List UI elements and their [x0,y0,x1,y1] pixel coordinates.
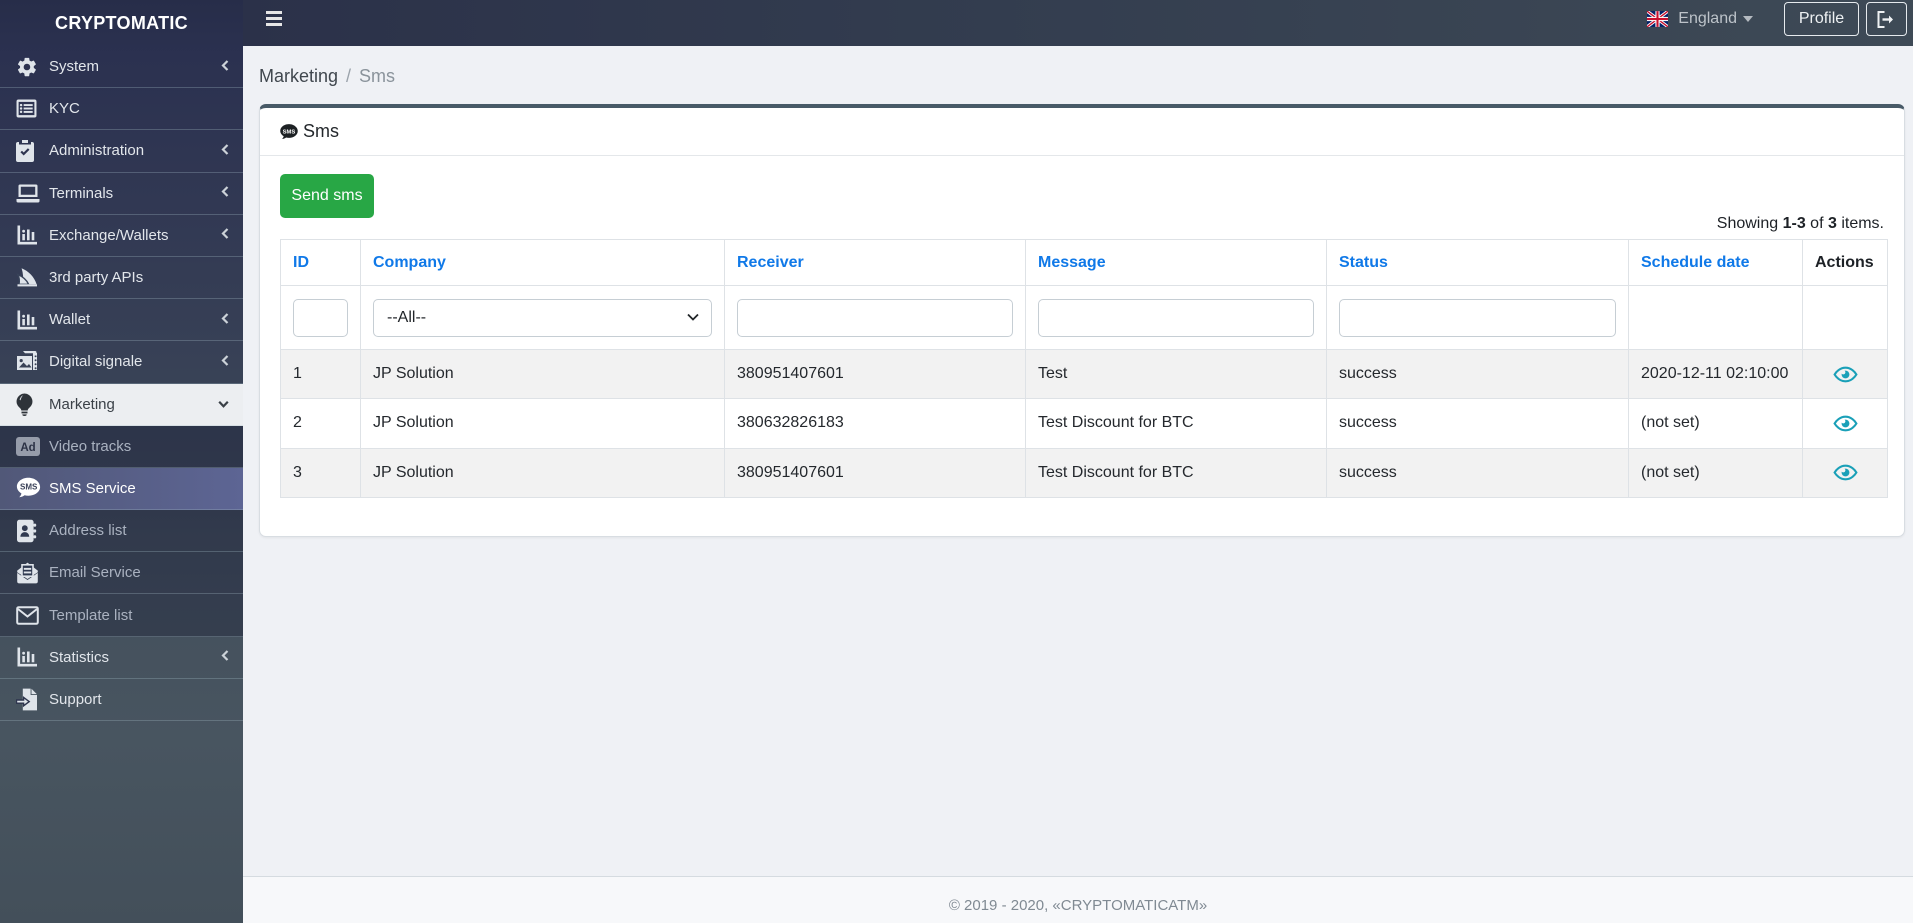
svg-text:SMS: SMS [283,129,296,135]
svg-text:Ad: Ad [20,442,35,454]
svg-text:SMS: SMS [20,483,38,492]
